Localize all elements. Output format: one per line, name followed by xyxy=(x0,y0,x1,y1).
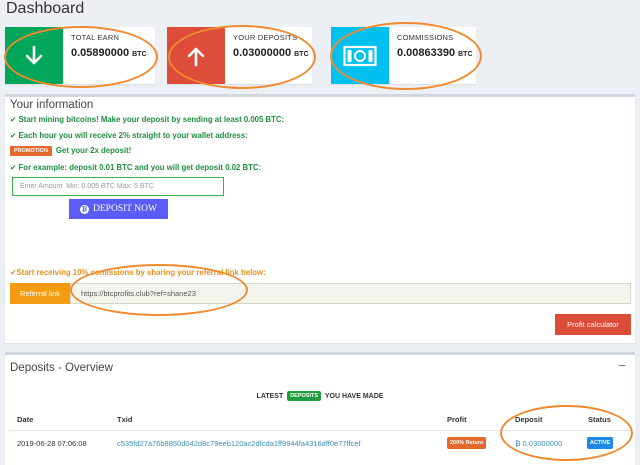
row-date: 2019-06-28 07:06:08 xyxy=(17,439,87,448)
commissions-value: 0.00863390 BTC xyxy=(397,47,473,59)
latest-deposits-heading: LATEST DEPOSITS YOU HAVE MADE xyxy=(256,391,384,401)
row-txid-link[interactable]: c535fd27a76b8850d042d8c79eeb120ac2dfcda1… xyxy=(117,439,361,448)
bitcoin-icon: ₿ xyxy=(80,204,90,214)
status-badge: ACTIVE xyxy=(587,437,614,449)
referral-text: ✔Start receiving 10% comissions by shari… xyxy=(10,268,266,277)
info-line: PROMOTION Get your 2x deposit! xyxy=(10,146,131,156)
amount-input[interactable] xyxy=(12,177,224,196)
profit-badge: 200% Return xyxy=(447,437,487,449)
deposits-value: 0.03000000 BTC xyxy=(233,47,309,59)
row-deposit: ₿ 0.03000000 xyxy=(515,439,563,448)
referral-link-field[interactable] xyxy=(70,283,631,304)
collapse-button[interactable]: − xyxy=(618,358,626,372)
total-earn-label: TOTAL EARN xyxy=(71,33,120,42)
total-earn-value: 0.05890000 BTC xyxy=(71,47,147,59)
check-icon: ✔ xyxy=(10,115,17,124)
arrow-up-icon xyxy=(187,47,205,66)
promotion-badge: PROMOTION xyxy=(10,146,52,156)
column-header-profit: Profit xyxy=(447,415,467,424)
commissions-icon-box xyxy=(331,27,389,84)
information-title: Your information xyxy=(10,99,94,111)
check-icon: ✔ xyxy=(10,163,17,172)
deposits-badge: DEPOSITS xyxy=(287,391,322,401)
column-header-date: Date xyxy=(17,415,34,424)
bitcoin-icon: ₿ xyxy=(515,439,523,448)
total-earn-card: TOTAL EARN 0.05890000 BTC xyxy=(5,27,155,84)
info-line: ✔ Each hour you will receive 2% straight … xyxy=(10,131,248,140)
column-header-status: Status xyxy=(588,415,611,424)
money-bill-icon xyxy=(343,45,377,66)
deposits-label: YOUR DEPOSITS xyxy=(233,33,298,42)
deposits-title: Deposits - Overview xyxy=(10,362,113,374)
column-header-txid: Txid xyxy=(117,415,133,424)
column-header-deposit: Deposit xyxy=(515,415,543,424)
profit-calculator-button[interactable]: Profit calculator xyxy=(555,314,631,335)
table-divider xyxy=(10,430,631,431)
page-title: Dashboard xyxy=(6,0,85,17)
deposits-icon-box xyxy=(167,27,225,84)
check-icon: ✔ xyxy=(10,131,17,140)
info-line: ✔ For example: deposit 0.01 BTC and you w… xyxy=(10,163,262,172)
commissions-card: COMMISSIONS 0.00863390 BTC xyxy=(331,27,476,84)
commissions-label: COMMISSIONS xyxy=(397,33,454,42)
deposit-now-button[interactable]: ₿ DEPOSIT NOW xyxy=(69,199,168,219)
total-earn-icon-box xyxy=(5,27,63,84)
arrow-down-icon xyxy=(25,45,43,64)
deposits-card: YOUR DEPOSITS 0.03000000 BTC xyxy=(167,27,312,84)
info-line: ✔ Start mining bitcoins! Make your deposi… xyxy=(10,115,285,124)
referral-link-label: Referral link xyxy=(10,283,70,304)
